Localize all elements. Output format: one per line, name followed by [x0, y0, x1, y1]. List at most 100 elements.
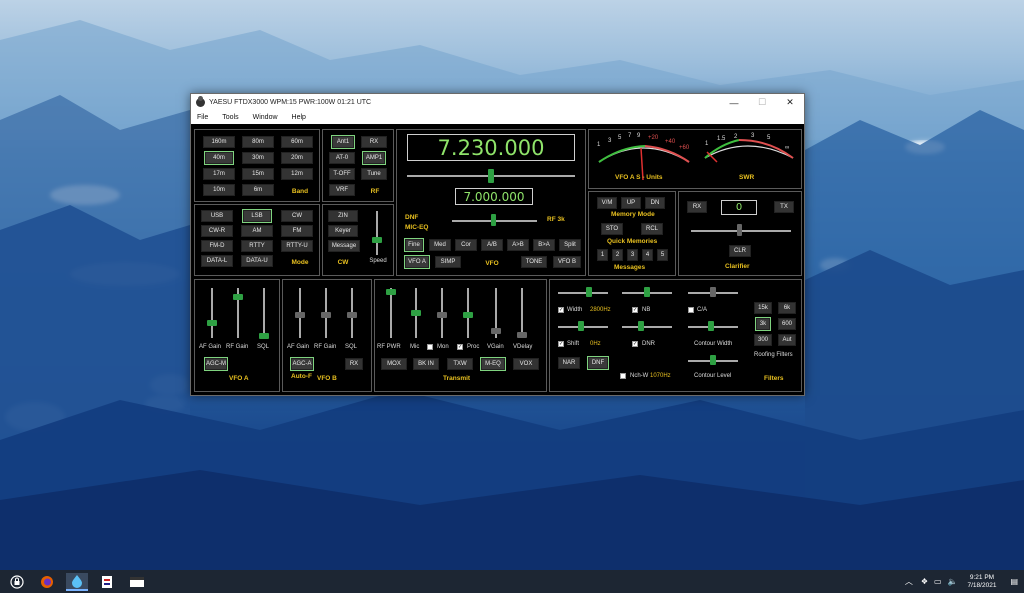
agc-a-button[interactable]: AGC-A: [290, 357, 314, 371]
zin-button[interactable]: ZIN: [328, 210, 358, 222]
close-button[interactable]: ✕: [776, 94, 804, 111]
tune-button[interactable]: Tune: [361, 168, 387, 180]
clock[interactable]: 9:21 PM 7/18/2021: [968, 574, 997, 590]
agc-m-button[interactable]: AGC-M: [204, 357, 228, 371]
vrf-button[interactable]: VRF: [329, 184, 355, 196]
menu-file[interactable]: File: [195, 114, 210, 121]
rcl-button[interactable]: RCL: [641, 223, 663, 235]
band-12m-button[interactable]: 12m: [281, 168, 313, 180]
vfo-a-rf-gain-slider[interactable]: [233, 294, 243, 300]
ant1-button[interactable]: Ant1: [331, 135, 355, 149]
vfo-b-tuning-slider[interactable]: [491, 214, 496, 226]
fine-button[interactable]: Fine: [404, 238, 424, 252]
band-17m-button[interactable]: 17m: [203, 168, 235, 180]
document-app-icon[interactable]: [96, 573, 118, 591]
rx-ant-button[interactable]: RX: [361, 136, 387, 148]
maximize-button[interactable]: ☐: [748, 94, 776, 111]
vdelay-slider[interactable]: [517, 332, 527, 338]
roofing-600-button[interactable]: 600: [778, 318, 796, 330]
menu-help[interactable]: Help: [290, 114, 308, 121]
vfo-b-button[interactable]: VFO B: [553, 256, 581, 268]
band-15m-button[interactable]: 15m: [242, 168, 274, 180]
a-to-b-button[interactable]: A>B: [507, 239, 529, 251]
roofing-6k-button[interactable]: 6k: [778, 302, 796, 314]
dnr-checkbox[interactable]: ✓: [632, 341, 638, 347]
band-40m-button[interactable]: 40m: [204, 151, 234, 165]
mode-fm-d-button[interactable]: FM-D: [201, 240, 233, 252]
vfo-a-button[interactable]: VFO A: [404, 255, 430, 269]
ca-checkbox[interactable]: [688, 307, 694, 313]
amp1-button[interactable]: AMP1: [362, 151, 386, 165]
vfo-a-tuning-slider[interactable]: [488, 169, 494, 183]
vm-button[interactable]: V/M: [597, 197, 617, 209]
nb-slider[interactable]: [644, 287, 650, 297]
firefox-icon[interactable]: [36, 573, 58, 591]
radio-app-icon[interactable]: [66, 572, 88, 591]
quick-memory-1[interactable]: 1: [597, 249, 608, 261]
keyer-button[interactable]: Keyer: [328, 225, 358, 237]
med-button[interactable]: Med: [429, 239, 451, 251]
message-button[interactable]: Message: [328, 240, 360, 252]
clarifier-slider[interactable]: [737, 224, 742, 236]
mode-cw-button[interactable]: CW: [281, 210, 313, 222]
contour-width-slider[interactable]: [708, 321, 714, 331]
volume-icon[interactable]: 🔈: [948, 577, 958, 586]
shift-checkbox[interactable]: ✓: [558, 341, 564, 347]
vfo-a-frequency[interactable]: 7.230.000: [407, 134, 575, 161]
mode-rtty-button[interactable]: RTTY: [241, 240, 273, 252]
vfo-a-sql-slider[interactable]: [259, 333, 269, 339]
title-bar[interactable]: YAESU FTDX3000 WPM:15 PWR:100W 01:21 UTC…: [191, 94, 804, 111]
quick-memory-2[interactable]: 2: [612, 249, 623, 261]
mode-lsb-button[interactable]: LSB: [242, 209, 272, 223]
notifications-icon[interactable]: ▤: [1010, 577, 1018, 586]
mode-rtty-u-button[interactable]: RTTY-U: [281, 240, 313, 252]
width-slider[interactable]: [586, 287, 592, 297]
menu-window[interactable]: Window: [251, 114, 280, 121]
menu-tools[interactable]: Tools: [220, 114, 240, 121]
minimize-button[interactable]: —: [720, 94, 748, 111]
vfo-b-af-gain-slider[interactable]: [295, 312, 305, 318]
clr-button[interactable]: CLR: [729, 245, 751, 257]
roofing-3k-button[interactable]: 3k: [755, 317, 771, 331]
roofing-300-button[interactable]: 300: [754, 334, 772, 346]
quick-memory-4[interactable]: 4: [642, 249, 653, 261]
speed-slider[interactable]: [372, 237, 382, 243]
sto-button[interactable]: STO: [601, 223, 623, 235]
mem-up-button[interactable]: UP: [621, 197, 641, 209]
shift-slider[interactable]: [578, 321, 584, 331]
quick-memory-5[interactable]: 5: [657, 249, 668, 261]
dnf-button[interactable]: DNF: [587, 356, 609, 370]
mode-cw-r-button[interactable]: CW-R: [201, 225, 233, 237]
bk-in-button[interactable]: BK IN: [413, 358, 439, 370]
ca-slider[interactable]: [710, 287, 716, 297]
mode-am-button[interactable]: AM: [241, 225, 273, 237]
vfo-b-rx-button[interactable]: RX: [345, 358, 363, 370]
roofing-15k-button[interactable]: 15k: [754, 302, 772, 314]
vox-button[interactable]: VOX: [513, 358, 539, 370]
vgain-slider[interactable]: [491, 328, 501, 334]
mon-checkbox[interactable]: [427, 344, 433, 350]
mode-fm-button[interactable]: FM: [281, 225, 313, 237]
t-off-button[interactable]: T-OFF: [329, 168, 355, 180]
quick-memory-3[interactable]: 3: [627, 249, 638, 261]
vfo-b-sql-slider[interactable]: [347, 312, 357, 318]
mode-data-l-button[interactable]: DATA-L: [201, 255, 233, 267]
network-icon[interactable]: ▭: [934, 577, 942, 586]
band-30m-button[interactable]: 30m: [242, 152, 274, 164]
mon-slider[interactable]: [437, 312, 447, 318]
mic-slider[interactable]: [411, 310, 421, 316]
mem-dn-button[interactable]: DN: [645, 197, 665, 209]
dnr-slider[interactable]: [638, 321, 644, 331]
a-b-button[interactable]: A/B: [481, 239, 503, 251]
vfo-b-frequency[interactable]: 7.000.000: [455, 188, 533, 205]
roofing-aut-button[interactable]: Aut: [778, 334, 796, 346]
tone-button[interactable]: TONE: [521, 256, 547, 268]
band-160m-button[interactable]: 160m: [203, 136, 235, 148]
rf-pwr-slider[interactable]: [386, 289, 396, 295]
split-button[interactable]: Split: [559, 239, 581, 251]
band-20m-button[interactable]: 20m: [281, 152, 313, 164]
vfo-a-af-gain-slider[interactable]: [207, 320, 217, 326]
band-60m-button[interactable]: 60m: [281, 136, 313, 148]
nb-checkbox[interactable]: ✓: [632, 307, 638, 313]
band-6m-button[interactable]: 6m: [242, 184, 274, 196]
